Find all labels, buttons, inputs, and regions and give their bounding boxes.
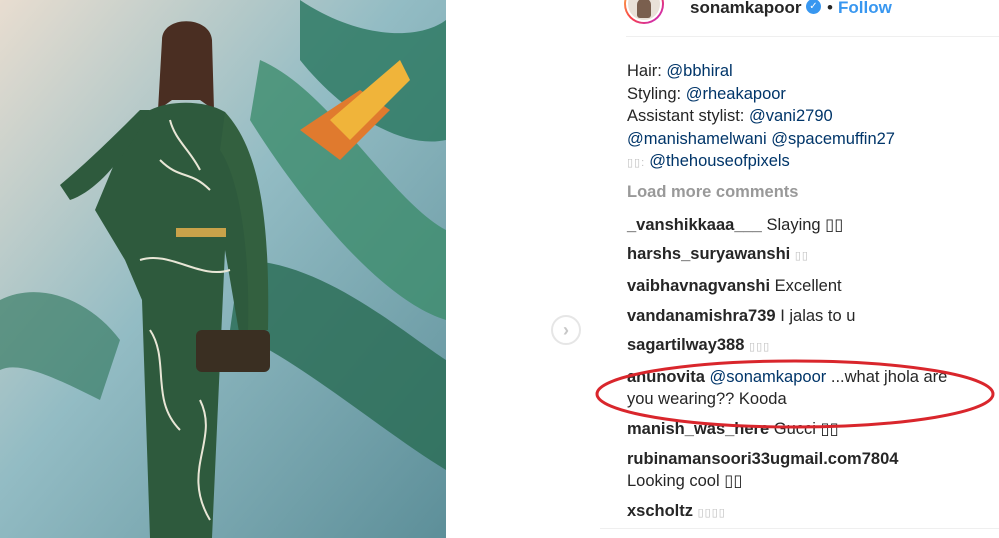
caption-prefix: Hair: [627,62,667,80]
comment-text-continued: Looking cool ▯▯ [627,472,743,491]
comment-username[interactable]: rubinamansoori33ugmail.com7804 [627,450,898,468]
follow-button[interactable]: Follow [838,0,892,18]
comment-item: rubinamansoori33ugmail.com7804 Looking c… [627,448,999,493]
next-photo-button[interactable]: › [551,315,581,345]
comment-item: sagartilway388 ▯▯▯ [627,334,999,359]
post-header: sonamkapoor ✓ • Follow [600,0,999,26]
comment-username[interactable]: vandanamishra739 [627,307,776,325]
caption-line: Styling: @rheakapoor [627,83,999,106]
caption-mention[interactable]: @manishamelwani @spacemuffin27 [627,130,895,148]
panel-bottom-divider [600,528,999,529]
post-side-panel: sonamkapoor ✓ • Follow Hair: @bbhiral St… [600,0,999,538]
caption-mention[interactable]: @bbhiral [666,62,732,80]
comment-item: _vanshikkaaa___ Slaying ▯▯ [627,214,999,237]
caption-line: Hair: @bbhiral [627,60,999,83]
load-more-comments-button[interactable]: Load more comments [627,181,999,206]
comment-username[interactable]: sagartilway388 [627,336,744,354]
comment-list: Hair: @bbhiral Styling: @rheakapoor Assi… [627,60,999,532]
avatar[interactable] [624,0,664,24]
caption-line: ▯▯: @thehouseofpixels [627,150,999,173]
comment-text-continued: you wearing?? Kooda [627,390,787,409]
comment-text: Excellent [774,276,842,295]
photo-illustration [0,0,446,538]
caption-line: @manishamelwani @spacemuffin27 [627,128,999,151]
comment-text: ▯▯▯ [749,341,771,354]
comment-username[interactable]: harshs_suryawanshi [627,245,790,263]
caption-mention[interactable]: @thehouseofpixels [649,152,790,170]
caption-prefix: ▯▯: [627,157,650,169]
comment-item: vandanamishra739 I jalas to u [627,305,999,328]
comment-item-highlighted: anunovita @sonamkapoor ...what jhola are… [627,366,999,411]
comment-username[interactable]: _vanshikkaaa___ [627,216,762,234]
post-photo[interactable] [0,0,446,538]
header-username[interactable]: sonamkapoor [690,0,801,18]
comment-item: manish_was_here Gucci ▯▯ [627,418,999,441]
comment-text: Gucci ▯▯ [773,420,839,439]
comment-mention[interactable]: @sonamkapoor [710,368,827,386]
header-divider [626,36,999,37]
comment-text: ...what jhola are [830,367,948,386]
caption-prefix: Assistant stylist: [627,107,749,125]
caption-mention[interactable]: @rheakapoor [686,85,786,103]
comment-username[interactable]: vaibhavnagvanshi [627,277,770,295]
comment-text: I jalas to u [780,306,856,325]
caption-line: Assistant stylist: @vani2790 [627,105,999,128]
verified-badge-icon: ✓ [806,0,821,14]
chevron-right-icon: › [563,319,569,340]
comment-username[interactable]: manish_was_here [627,420,769,438]
comment-text: ▯▯ [794,250,809,263]
comment-item: harshs_suryawanshi ▯▯ [627,243,999,268]
header-separator: • [827,0,833,17]
caption-mention[interactable]: @vani2790 [749,107,833,125]
caption-prefix: Styling: [627,84,686,103]
comment-username[interactable]: anunovita [627,368,705,386]
comment-item: vaibhavnagvanshi Excellent [627,275,999,298]
comment-text: Slaying ▯▯ [766,215,844,234]
